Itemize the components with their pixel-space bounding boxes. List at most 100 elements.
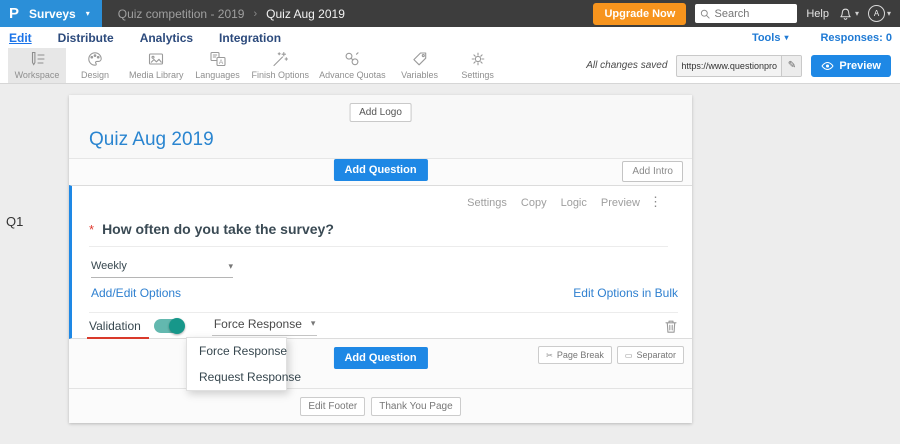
- question-text[interactable]: How often do you take the survey?: [102, 221, 334, 237]
- bell-icon: [840, 8, 851, 20]
- add-logo-button[interactable]: Add Logo: [349, 103, 412, 122]
- add-edit-options-link[interactable]: Add/Edit Options: [91, 286, 181, 300]
- separator-icon: ▭: [624, 350, 633, 360]
- upgrade-now-button[interactable]: Upgrade Now: [593, 2, 687, 25]
- validation-toggle[interactable]: [153, 318, 185, 334]
- preview-button[interactable]: Preview: [811, 54, 891, 77]
- edit-url-button[interactable]: ✎: [781, 55, 802, 76]
- toolbar-right: All changes saved ✎ Preview: [586, 48, 891, 83]
- toolbar-tab-workspace[interactable]: Workspace: [8, 48, 66, 83]
- footer-controls: Edit Footer Thank You Page: [69, 388, 692, 423]
- add-question-button-top[interactable]: Add Question: [333, 159, 428, 181]
- toolbar-tab-media-library[interactable]: Media Library: [124, 48, 189, 83]
- survey-header-section: Add Logo Quiz Aug 2019: [69, 95, 692, 159]
- validation-type-value: Force Response: [213, 316, 302, 331]
- nav-tab-integration[interactable]: Integration: [219, 31, 281, 45]
- page-break-button[interactable]: ✂ Page Break: [538, 346, 612, 364]
- breadcrumb: Quiz competition - 2019 › Quiz Aug 2019: [118, 7, 345, 21]
- page-controls: ✂ Page Break ▭ Separator: [538, 346, 684, 364]
- delete-question-button[interactable]: [664, 319, 678, 334]
- editor-toolbar: Workspace Design Media Library A Languag…: [0, 48, 900, 84]
- tools-menu[interactable]: Tools ▾: [752, 32, 789, 44]
- validation-dropdown-menu: Force Response Request Response: [186, 337, 301, 391]
- toolbar-tab-finish-options[interactable]: Finish Options: [247, 48, 315, 83]
- survey-url-input[interactable]: [677, 55, 782, 76]
- chevron-down-icon: ▾: [310, 318, 316, 328]
- nav-tab-distribute[interactable]: Distribute: [58, 31, 114, 45]
- add-question-row-top: Add Question Add Intro: [69, 159, 692, 185]
- edit-options-in-bulk-link[interactable]: Edit Options in Bulk: [573, 286, 678, 300]
- toolbar-tab-advance-quotas[interactable]: Advance Quotas: [314, 48, 391, 83]
- pencil-icon: ✎: [787, 60, 797, 71]
- search-icon: [701, 9, 710, 19]
- image-icon: [149, 53, 164, 65]
- palette-icon: [88, 52, 102, 66]
- chevron-down-icon: ▾: [228, 260, 233, 271]
- help-link[interactable]: Help: [806, 8, 829, 20]
- scissors-icon: ✂: [546, 350, 553, 360]
- required-marker: *: [89, 222, 95, 237]
- product-label: Surveys: [29, 6, 76, 21]
- question-more-menu[interactable]: ⋮: [649, 195, 662, 208]
- nav-tab-edit[interactable]: Edit: [9, 31, 32, 45]
- gear-icon: [471, 52, 484, 66]
- question-preview-link[interactable]: Preview: [601, 197, 640, 209]
- magic-wand-icon: [273, 51, 289, 67]
- account-menu[interactable]: A ▾: [867, 5, 891, 22]
- question-text-row: * How often do you take the survey?: [89, 221, 334, 237]
- separator-button[interactable]: ▭ Separator: [616, 346, 684, 364]
- answer-option-select[interactable]: Weekly ▾: [91, 260, 233, 278]
- menu-item-force-response[interactable]: Force Response: [187, 338, 287, 364]
- question-number-label: Q1: [6, 214, 24, 229]
- survey-title[interactable]: Quiz Aug 2019: [89, 129, 214, 151]
- chevron-down-icon: ▾: [854, 9, 859, 18]
- top-bar: P Surveys ▾ Quiz competition - 2019 › Qu…: [0, 0, 900, 27]
- question-settings-link[interactable]: Settings: [467, 197, 507, 209]
- save-status: All changes saved: [586, 60, 668, 71]
- selected-option-label: Weekly: [91, 260, 127, 272]
- breadcrumb-current: Quiz Aug 2019: [266, 6, 345, 21]
- chevron-down-icon: ▾: [886, 9, 891, 18]
- toolbar-tab-variables[interactable]: Variables: [391, 48, 449, 83]
- questionpro-logo: P: [9, 5, 20, 22]
- nav-tab-analytics[interactable]: Analytics: [140, 31, 193, 45]
- notifications-menu[interactable]: ▾: [838, 6, 859, 21]
- validation-type-select[interactable]: Force Response ▾: [211, 316, 318, 336]
- validation-label: Validation: [87, 319, 149, 339]
- search-box[interactable]: [695, 4, 798, 23]
- add-question-button-bottom[interactable]: Add Question: [333, 347, 428, 369]
- question-copy-link[interactable]: Copy: [521, 197, 547, 209]
- tag-icon: [412, 52, 426, 66]
- question-logic-link[interactable]: Logic: [561, 197, 587, 209]
- responses-link[interactable]: Responses: 0: [820, 32, 892, 44]
- surveys-menu[interactable]: P Surveys ▾: [0, 0, 102, 27]
- workspace-icon: [31, 51, 45, 66]
- toolbar-tab-settings[interactable]: Settings: [449, 48, 507, 83]
- thank-you-page-button[interactable]: Thank You Page: [371, 397, 461, 416]
- chevron-down-icon: ▾: [784, 33, 789, 42]
- menu-item-request-response[interactable]: Request Response: [187, 364, 301, 390]
- main-nav: Edit Distribute Analytics Integration To…: [0, 27, 900, 48]
- add-question-row-bottom: Add Question ✂ Page Break ▭ Separator: [69, 339, 692, 388]
- toggle-knob: [168, 318, 185, 334]
- survey-url-box: ✎: [676, 54, 803, 77]
- search-input[interactable]: [714, 7, 793, 20]
- topbar-right: Upgrade Now Help ▾ A ▾: [593, 2, 900, 25]
- breadcrumb-parent[interactable]: Quiz competition - 2019: [118, 7, 245, 21]
- nav-right: Tools ▾ Responses: 0: [752, 32, 900, 44]
- survey-canvas: Q1 Add Logo Quiz Aug 2019 Add Question A…: [0, 85, 900, 444]
- chevron-down-icon: ▾: [85, 9, 90, 18]
- trash-icon: [665, 320, 677, 333]
- breadcrumb-separator: ›: [253, 7, 258, 20]
- questionpro-editor: P Surveys ▾ Quiz competition - 2019 › Qu…: [0, 0, 900, 444]
- add-intro-button[interactable]: Add Intro: [622, 161, 683, 182]
- avatar: A: [867, 5, 885, 22]
- toolbar-tab-design[interactable]: Design: [66, 48, 124, 83]
- survey-card: Add Logo Quiz Aug 2019 Add Question Add …: [69, 95, 692, 423]
- question-block: Settings Copy Logic Preview ⋮ * How ofte…: [69, 185, 692, 391]
- question-actions: Settings Copy Logic Preview: [467, 197, 640, 209]
- validation-row: Validation Force Response ▾: [87, 312, 678, 339]
- translate-icon: A: [209, 51, 226, 67]
- edit-footer-button[interactable]: Edit Footer: [300, 397, 366, 416]
- toolbar-tab-languages[interactable]: A Languages: [189, 48, 247, 83]
